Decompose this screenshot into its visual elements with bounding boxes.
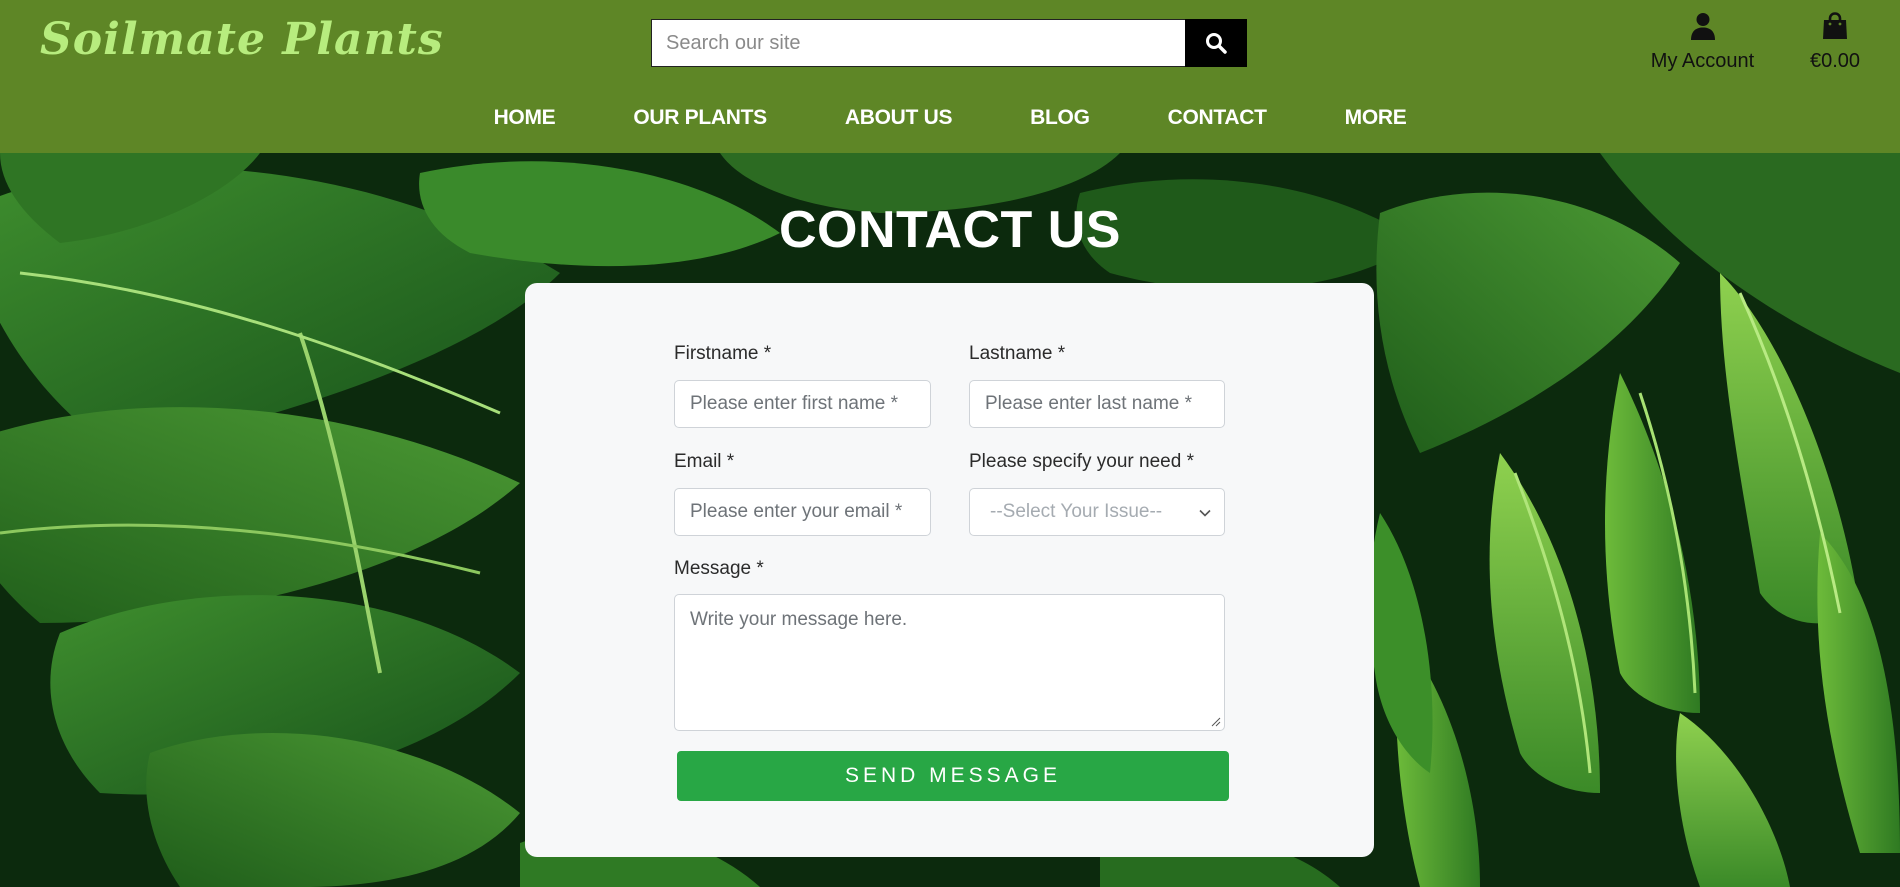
shopping-bag-icon	[1823, 12, 1847, 39]
nav-item-more[interactable]: MORE	[1306, 106, 1446, 130]
message-label: Message *	[674, 558, 764, 579]
my-account-label: My Account	[1650, 50, 1755, 72]
cart-link[interactable]: €0.00	[1800, 12, 1870, 73]
main-nav: HOME OUR PLANTS ABOUT US BLOG CONTACT MO…	[0, 106, 1900, 130]
nav-item-contact[interactable]: CONTACT	[1129, 106, 1306, 130]
need-label: Please specify your need *	[969, 451, 1194, 472]
my-account-link[interactable]: My Account	[1640, 12, 1765, 73]
issue-select[interactable]: --Select Your Issue--	[969, 488, 1225, 536]
email-input[interactable]	[674, 488, 931, 536]
lastname-input[interactable]	[969, 380, 1225, 428]
nav-item-blog[interactable]: BLOG	[991, 106, 1128, 130]
page-title: CONTACT US	[778, 201, 1121, 259]
chevron-down-icon	[1199, 509, 1211, 517]
issue-select-value: --Select Your Issue--	[990, 501, 1163, 522]
search-bar	[651, 19, 1247, 67]
site-header: Soilmate Plants My Account €0.00 HOME OU…	[0, 0, 1900, 153]
user-icon	[1690, 13, 1715, 40]
firstname-label: Firstname *	[674, 343, 772, 364]
resize-grip-icon[interactable]	[1211, 717, 1221, 727]
firstname-input[interactable]	[674, 380, 931, 428]
message-textarea[interactable]	[674, 594, 1225, 731]
lastname-label: Lastname *	[969, 343, 1066, 364]
nav-item-our-plants[interactable]: OUR PLANTS	[594, 106, 806, 130]
search-input[interactable]	[651, 19, 1185, 67]
search-icon	[1206, 33, 1227, 54]
search-button[interactable]	[1185, 19, 1247, 67]
cart-total: €0.00	[1809, 50, 1861, 72]
email-label: Email *	[674, 451, 735, 472]
nav-item-home[interactable]: HOME	[455, 106, 595, 130]
site-logo[interactable]: Soilmate Plants	[40, 14, 444, 65]
nav-item-about-us[interactable]: ABOUT US	[806, 106, 991, 130]
send-message-button[interactable]: SEND MESSAGE	[677, 751, 1229, 801]
